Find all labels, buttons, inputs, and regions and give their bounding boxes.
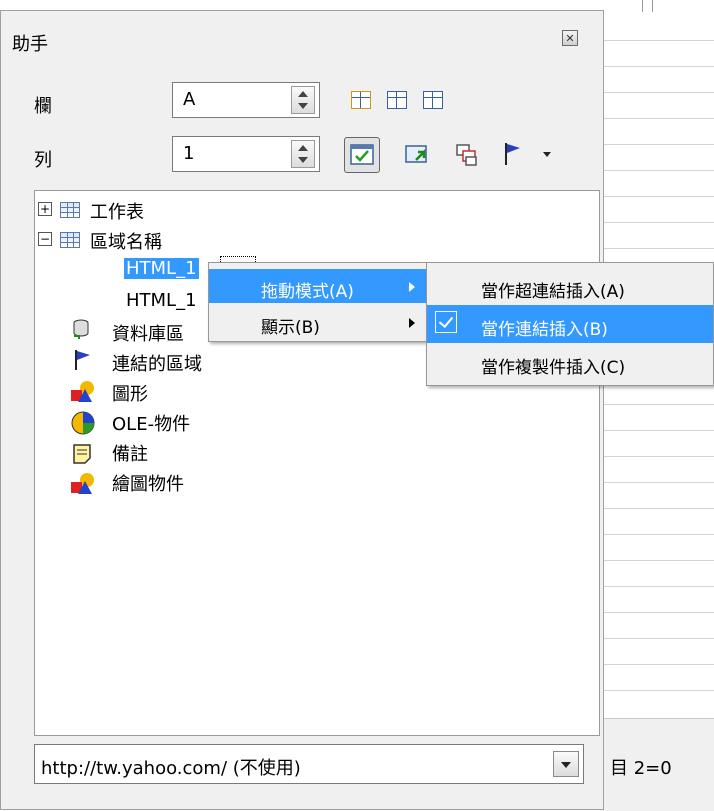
grid-line	[600, 66, 714, 67]
end-icon[interactable]	[420, 88, 446, 114]
tree-item-html-1-selected[interactable]: HTML_1	[124, 258, 199, 279]
tree-item-ole-objects[interactable]: OLE-物件	[112, 410, 190, 436]
menu-item-drag-mode-label: 拖動模式(A)	[261, 282, 354, 302]
grid-line	[600, 508, 714, 509]
grid-line	[600, 430, 714, 431]
tree-item-notes[interactable]: 備註	[112, 440, 148, 466]
document-select-value: http://tw.yahoo.com/ (不使用)	[41, 758, 301, 779]
table-icon	[60, 202, 80, 218]
drawing-object-icon	[70, 472, 94, 494]
grid-line	[600, 560, 714, 561]
menu-item-drag-mode[interactable]: 拖動模式(A)	[209, 269, 429, 303]
row-label: 列	[34, 150, 52, 171]
column-label: 欄	[34, 96, 52, 117]
column-value: A	[183, 89, 196, 110]
tree-item-drawing-objects[interactable]: 繪圖物件	[112, 470, 184, 496]
contents-icon	[349, 142, 375, 168]
note-icon	[70, 442, 92, 464]
tree-item-graphics[interactable]: 圖形	[112, 380, 148, 406]
grid-line	[600, 404, 714, 405]
column-spinbox[interactable]: A	[172, 82, 320, 118]
close-icon[interactable]: ✕	[562, 30, 578, 46]
grid-line	[600, 612, 714, 613]
menu-item-insert-as-link-label: 當作連結插入(B)	[481, 320, 608, 340]
start-icon[interactable]	[384, 88, 410, 114]
toggle-icon[interactable]	[404, 142, 430, 168]
tree-item-database-ranges[interactable]: 資料庫區	[112, 320, 184, 346]
grid-line	[600, 40, 714, 41]
row-value: 1	[183, 143, 195, 164]
table-icon	[60, 232, 80, 248]
shapes-icon	[70, 380, 94, 402]
grid-line	[600, 92, 714, 93]
document-select[interactable]: http://tw.yahoo.com/ (不使用)	[34, 744, 584, 784]
menu-item-insert-as-link[interactable]: 當作連結插入(B)	[427, 305, 713, 343]
grid-line	[600, 170, 714, 171]
database-icon	[70, 318, 92, 340]
menu-item-insert-as-hyperlink[interactable]: 當作超連結插入(A)	[427, 267, 713, 305]
column-spin-buttons[interactable]	[291, 86, 315, 114]
tree-item-range-names[interactable]: 區域名稱	[90, 228, 162, 254]
menu-item-insert-as-hyperlink-label: 當作超連結插入(A)	[481, 282, 625, 302]
grid-line	[600, 534, 714, 535]
flag-icon	[72, 348, 94, 370]
context-menu: 拖動模式(A) 顯示(B)	[208, 262, 430, 342]
scenarios-icon[interactable]	[454, 142, 480, 168]
grid-line	[600, 664, 714, 665]
submenu-arrow-icon	[409, 282, 415, 292]
spreadsheet-background	[600, 0, 714, 810]
grid-line	[600, 638, 714, 639]
status-text: 目 2=0	[610, 758, 672, 779]
column-divider	[642, 0, 643, 12]
grid-line	[600, 456, 714, 457]
grid-line	[600, 196, 714, 197]
drag-mode-submenu: 當作超連結插入(A) 當作連結插入(B) 當作複製件插入(C)	[426, 262, 714, 386]
row-spinbox[interactable]: 1	[172, 136, 320, 172]
drag-mode-icon[interactable]	[500, 140, 526, 166]
tree-item-sheets[interactable]: 工作表	[90, 198, 144, 224]
checkmark-icon	[435, 311, 457, 333]
tree-item-html-1[interactable]: HTML_1	[126, 290, 197, 311]
grid-line	[600, 690, 714, 691]
chevron-down-icon[interactable]	[553, 751, 579, 777]
menu-item-display[interactable]: 顯示(B)	[209, 305, 429, 339]
grid-line	[600, 118, 714, 119]
submenu-arrow-icon	[409, 318, 415, 328]
collapse-icon[interactable]: −	[38, 232, 52, 246]
panel-title: 助手	[12, 34, 48, 55]
row-spin-buttons[interactable]	[291, 140, 315, 168]
dropdown-arrow-icon[interactable]	[540, 146, 554, 160]
data-range-icon[interactable]	[348, 88, 374, 114]
tree-item-linked-areas[interactable]: 連結的區域	[112, 350, 202, 376]
grid-line	[600, 144, 714, 145]
menu-item-insert-as-copy[interactable]: 當作複製件插入(C)	[427, 343, 713, 381]
expand-icon[interactable]: +	[38, 202, 52, 216]
grid-line	[600, 222, 714, 223]
ole-object-icon	[70, 410, 95, 435]
menu-item-display-label: 顯示(B)	[261, 318, 320, 338]
grid-line	[600, 586, 714, 587]
grid-line	[600, 482, 714, 483]
menu-item-insert-as-copy-label: 當作複製件插入(C)	[481, 358, 626, 378]
column-divider	[652, 0, 653, 12]
grid-line	[600, 248, 714, 249]
